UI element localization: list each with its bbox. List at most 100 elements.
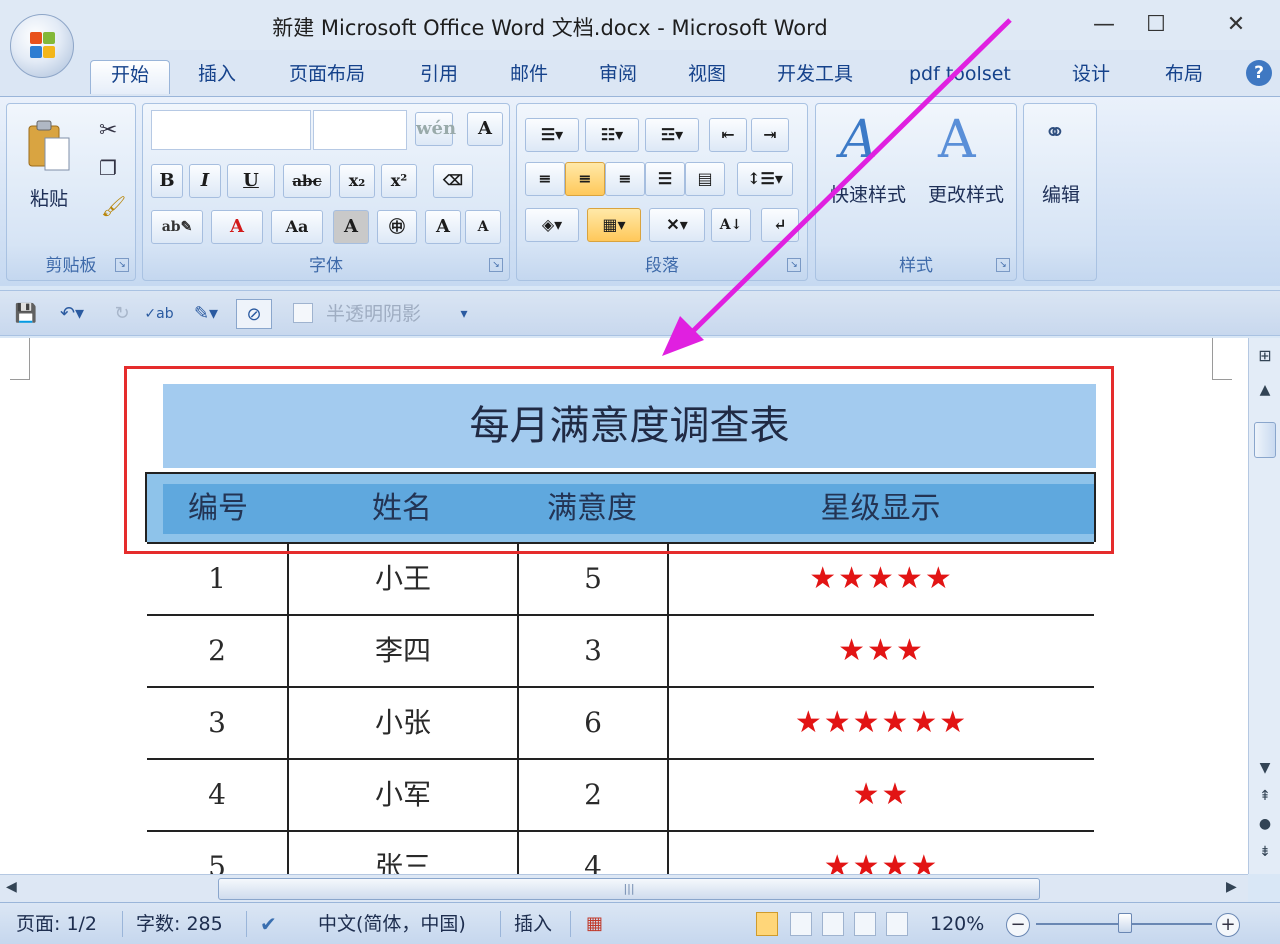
tab-layout[interactable]: 布局 — [1165, 60, 1203, 94]
align-left-icon[interactable]: ≡ — [525, 162, 565, 196]
office-button[interactable] — [10, 14, 74, 78]
shadow-checkbox[interactable] — [293, 303, 313, 323]
phonetic-guide-icon[interactable]: wén — [415, 112, 456, 146]
zoom-slider-knob[interactable] — [1118, 913, 1132, 933]
full-screen-reading-icon[interactable] — [790, 912, 812, 936]
sort-icon[interactable]: A↓ — [711, 208, 751, 242]
shrink-font-button[interactable]: A — [465, 210, 501, 244]
numbering-icon[interactable]: ☷▾ — [585, 118, 639, 152]
scroll-left-icon[interactable]: ◀ — [6, 879, 17, 895]
proofing-icon[interactable]: ✔ — [260, 911, 277, 937]
tab-home[interactable]: 开始 — [90, 60, 170, 94]
ruler-toggle-icon[interactable]: ⊞ — [1249, 346, 1280, 365]
change-case-button[interactable]: Aa — [271, 210, 323, 244]
redo-icon[interactable]: ↻ — [108, 299, 136, 329]
language-indicator[interactable]: 中文(简体，中国) — [318, 911, 466, 937]
draft-view-icon[interactable] — [886, 912, 908, 936]
underline-button[interactable]: U — [227, 164, 275, 198]
align-right-icon[interactable]: ≡ — [605, 162, 645, 196]
cell-score: 5 — [584, 562, 602, 595]
tab-mailings[interactable]: 邮件 — [510, 60, 548, 94]
next-page-icon[interactable]: ⇟ — [1249, 844, 1280, 860]
zoom-in-icon[interactable]: + — [1216, 913, 1240, 937]
line-spacing-icon[interactable]: ↕☰▾ — [737, 162, 793, 196]
tab-insert[interactable]: 插入 — [198, 60, 236, 94]
undo-icon[interactable]: ↶▾ — [50, 299, 94, 329]
insert-mode-indicator[interactable]: 插入 — [514, 911, 552, 937]
previous-page-icon[interactable]: ⇞ — [1249, 788, 1280, 804]
cut-icon[interactable]: ✂ — [99, 118, 117, 143]
zoom-level[interactable]: 120% — [930, 911, 984, 937]
print-layout-view-icon[interactable] — [756, 912, 778, 936]
clipboard-launcher-icon[interactable]: ↘ — [115, 258, 129, 272]
select-browse-object-icon[interactable]: ● — [1249, 816, 1280, 832]
increase-indent-icon[interactable]: ⇥ — [751, 118, 789, 152]
align-center-icon[interactable]: ≡ — [565, 162, 605, 196]
scroll-down-icon[interactable]: ▼ — [1249, 760, 1280, 776]
tab-developer[interactable]: 开发工具 — [777, 60, 853, 94]
macro-record-icon[interactable]: ▦ — [586, 911, 603, 937]
character-shading-icon[interactable]: A — [333, 210, 369, 244]
quick-styles-button[interactable]: A 快速样式 — [820, 110, 916, 230]
word-count[interactable]: 字数: 285 — [136, 911, 223, 937]
customize-qat-icon[interactable]: ▾ — [454, 299, 474, 329]
tab-review[interactable]: 审阅 — [599, 60, 637, 94]
decrease-indent-icon[interactable]: ⇤ — [709, 118, 747, 152]
change-styles-button[interactable]: A 更改样式 — [918, 110, 1014, 230]
pen-color-icon[interactable]: ✎▾ — [184, 299, 228, 329]
styles-launcher-icon[interactable]: ↘ — [996, 258, 1010, 272]
show-marks-icon[interactable]: ↵ — [761, 208, 799, 242]
font-size-field[interactable] — [313, 110, 407, 150]
horizontal-scroll-thumb[interactable]: ||| — [218, 878, 1040, 900]
spelling-icon[interactable]: ✓ab — [144, 299, 174, 329]
scroll-up-icon[interactable]: ▲ — [1249, 382, 1280, 398]
format-painter-icon[interactable]: 🖌 — [101, 194, 126, 218]
zoom-out-icon[interactable]: − — [1006, 913, 1030, 937]
tab-pdf-toolset[interactable]: pdf toolset — [909, 60, 1011, 94]
strikethrough-button[interactable]: abc — [283, 164, 331, 198]
font-launcher-icon[interactable]: ↘ — [489, 258, 503, 272]
tab-references[interactable]: 引用 — [420, 60, 458, 94]
paste-button[interactable]: 粘贴 — [19, 114, 79, 234]
tab-page-layout[interactable]: 页面布局 — [289, 60, 365, 94]
page-indicator[interactable]: 页面: 1/2 — [16, 911, 97, 937]
cell-name: 小军 — [374, 778, 431, 811]
vertical-scrollbar[interactable]: ⊞ ▲ ▼ ⇞ ● ⇟ — [1248, 338, 1280, 874]
clear-formatting-icon[interactable]: ⌫ — [433, 164, 473, 198]
help-icon[interactable]: ? — [1246, 60, 1272, 86]
tab-view[interactable]: 视图 — [688, 60, 726, 94]
vertical-scroll-thumb[interactable] — [1254, 422, 1276, 458]
shading-icon[interactable]: ◈▾ — [525, 208, 579, 242]
cell-score: 6 — [584, 706, 602, 739]
italic-button[interactable]: I — [189, 164, 221, 198]
character-border-icon[interactable]: A — [467, 112, 503, 146]
highlight-color-icon[interactable]: ab✎ — [151, 210, 203, 244]
close-button[interactable]: ✕ — [1216, 8, 1256, 42]
font-color-icon[interactable]: A — [211, 210, 263, 244]
font-name-field[interactable] — [151, 110, 311, 150]
draw-table-icon[interactable]: ⊘ — [236, 299, 272, 329]
grow-font-button[interactable]: A — [425, 210, 461, 244]
outline-view-icon[interactable] — [854, 912, 876, 936]
bullets-icon[interactable]: ☰▾ — [525, 118, 579, 152]
scroll-right-icon[interactable]: ▶ — [1226, 879, 1237, 895]
copy-icon[interactable]: ❐ — [99, 156, 117, 180]
borders-icon[interactable]: ▦▾ — [587, 208, 641, 242]
document-area[interactable]: 每月满意度调查表 编号 姓名 满意度 星级显示 1 小王 5 ★★★★★ 2 李… — [0, 338, 1248, 874]
minimize-button[interactable]: — — [1084, 8, 1124, 42]
bold-button[interactable]: B — [151, 164, 183, 198]
maximize-button[interactable]: ☐ — [1136, 8, 1176, 42]
asian-layout-icon[interactable]: ✕▾ — [649, 208, 705, 242]
horizontal-scrollbar[interactable]: ◀ ||| ▶ — [0, 874, 1248, 902]
editing-group[interactable]: ⚭ 编辑 — [1023, 103, 1097, 281]
subscript-button[interactable]: x₂ — [339, 164, 375, 198]
paragraph-launcher-icon[interactable]: ↘ — [787, 258, 801, 272]
tab-design[interactable]: 设计 — [1072, 60, 1110, 94]
multilevel-list-icon[interactable]: ☲▾ — [645, 118, 699, 152]
web-layout-icon[interactable] — [822, 912, 844, 936]
justify-icon[interactable]: ☰ — [645, 162, 685, 196]
superscript-button[interactable]: x² — [381, 164, 417, 198]
enclose-characters-icon[interactable]: ㊥ — [377, 210, 417, 244]
distributed-icon[interactable]: ▤ — [685, 162, 725, 196]
save-icon[interactable]: 💾 — [12, 299, 40, 329]
